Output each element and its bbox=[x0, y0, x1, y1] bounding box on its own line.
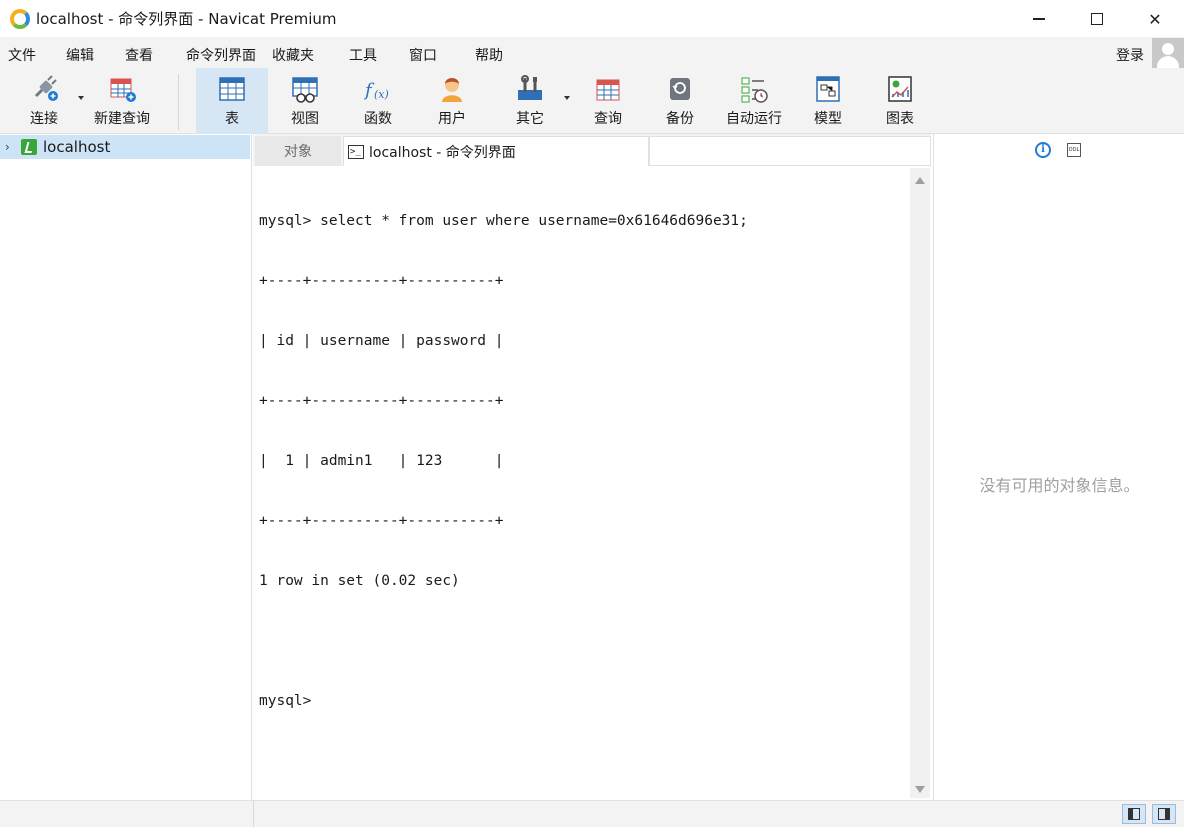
status-divider bbox=[253, 801, 254, 827]
toggle-navigation-pane-button[interactable] bbox=[1122, 804, 1146, 824]
menu-window[interactable]: 窗口 bbox=[409, 45, 437, 65]
connect-button[interactable]: 连接 bbox=[14, 68, 74, 134]
table-label: 表 bbox=[225, 111, 239, 127]
info-icon[interactable]: i bbox=[1035, 142, 1051, 158]
user-icon bbox=[442, 78, 462, 102]
connect-dropdown-icon[interactable] bbox=[78, 96, 84, 100]
backup-label: 备份 bbox=[666, 111, 694, 127]
scroll-up-icon[interactable] bbox=[915, 177, 925, 184]
console-line: +----+----------+----------+ bbox=[259, 513, 504, 529]
vertical-scrollbar[interactable] bbox=[910, 168, 930, 798]
command-console[interactable]: mysql> select * from user where username… bbox=[255, 168, 910, 798]
menu-favorites[interactable]: 收藏夹 bbox=[272, 45, 314, 65]
console-prompt[interactable]: mysql> bbox=[259, 691, 748, 711]
table-button[interactable]: 表 bbox=[196, 68, 268, 134]
menu-edit[interactable]: 编辑 bbox=[66, 45, 94, 65]
title-bar: localhost - 命令列界面 - Navicat Premium ✕ bbox=[0, 0, 1184, 38]
view-icon bbox=[292, 77, 318, 103]
query-button[interactable]: 查询 bbox=[580, 68, 636, 134]
chevron-right-icon[interactable]: › bbox=[5, 140, 13, 154]
ddl-icon[interactable]: DDL bbox=[1067, 143, 1081, 157]
function-button[interactable]: f (x) 函数 bbox=[350, 68, 406, 134]
chart-icon bbox=[888, 76, 912, 102]
view-button[interactable]: 视图 bbox=[276, 68, 334, 134]
tools-icon bbox=[518, 75, 542, 100]
new-query-icon bbox=[110, 78, 136, 102]
maximize-icon bbox=[1091, 13, 1103, 25]
user-label: 用户 bbox=[438, 111, 466, 127]
menu-tools[interactable]: 工具 bbox=[349, 45, 377, 65]
main-toolbar: 连接 新建查询 表 视图 f (x) 函数 用户 其它 查询 备份 自动运行 模… bbox=[0, 68, 1184, 134]
window-controls: ✕ bbox=[1010, 0, 1184, 38]
tab-console[interactable]: >_ localhost - 命令列界面 bbox=[343, 136, 649, 166]
navigation-pane: › localhost bbox=[0, 134, 252, 800]
tab-bar: 对象 >_ localhost - 命令列界面 bbox=[253, 134, 931, 166]
toggle-info-pane-button[interactable] bbox=[1152, 804, 1176, 824]
model-icon bbox=[816, 76, 840, 102]
terminal-icon: >_ bbox=[348, 144, 364, 159]
console-line: +----+----------+----------+ bbox=[259, 273, 504, 289]
model-label: 模型 bbox=[814, 111, 842, 127]
automation-icon bbox=[741, 77, 768, 103]
table-icon bbox=[219, 77, 245, 101]
plug-icon bbox=[34, 75, 58, 101]
connect-label: 连接 bbox=[30, 111, 58, 127]
function-icon: f (x) bbox=[364, 80, 389, 101]
scroll-down-icon[interactable] bbox=[915, 786, 925, 793]
new-query-label: 新建查询 bbox=[94, 111, 150, 127]
tab-objects[interactable]: 对象 bbox=[255, 136, 341, 166]
toolbar-divider bbox=[178, 74, 179, 130]
console-line: +----+----------+----------+ bbox=[259, 393, 504, 409]
menu-console[interactable]: 命令列界面 bbox=[186, 45, 256, 65]
model-button[interactable]: 模型 bbox=[800, 68, 856, 134]
window-title: localhost - 命令列界面 - Navicat Premium bbox=[36, 10, 337, 28]
mysql-connection-icon bbox=[21, 139, 37, 155]
console-line: | id | username | password | bbox=[259, 333, 504, 349]
new-query-button[interactable]: 新建查询 bbox=[88, 68, 156, 134]
svg-text:(x): (x) bbox=[374, 88, 389, 101]
query-label: 查询 bbox=[594, 111, 622, 127]
chart-button[interactable]: 图表 bbox=[872, 68, 928, 134]
minimize-icon bbox=[1033, 18, 1045, 20]
avatar[interactable] bbox=[1152, 38, 1184, 70]
tab-console-label: localhost - 命令列界面 bbox=[369, 144, 516, 161]
backup-icon bbox=[670, 78, 690, 100]
close-icon: ✕ bbox=[1148, 9, 1162, 29]
close-button[interactable]: ✕ bbox=[1126, 0, 1184, 38]
menu-file[interactable]: 文件 bbox=[8, 45, 36, 65]
menu-bar: 文件 编辑 查看 命令列界面 收藏夹 工具 窗口 帮助 登录 bbox=[0, 38, 1184, 68]
status-bar bbox=[0, 800, 1184, 827]
tree-item-localhost[interactable]: › localhost bbox=[0, 135, 250, 159]
others-label: 其它 bbox=[516, 111, 544, 127]
automation-label: 自动运行 bbox=[726, 111, 782, 127]
console-output: mysql> select * from user where username… bbox=[259, 171, 748, 751]
others-dropdown-icon[interactable] bbox=[564, 96, 570, 100]
tree-item-label: localhost bbox=[43, 138, 111, 156]
tab-bar-empty bbox=[649, 136, 931, 166]
info-empty-message: 没有可用的对象信息。 bbox=[979, 476, 1140, 495]
minimize-button[interactable] bbox=[1010, 0, 1068, 38]
backup-button[interactable]: 备份 bbox=[652, 68, 708, 134]
console-line: mysql> select * from user where username… bbox=[259, 213, 748, 229]
view-label: 视图 bbox=[291, 111, 319, 127]
object-info-panel: i DDL 没有可用的对象信息。 bbox=[933, 134, 1184, 800]
navicat-logo-icon bbox=[10, 8, 30, 29]
others-button[interactable]: 其它 bbox=[502, 68, 558, 134]
function-label: 函数 bbox=[364, 111, 392, 127]
console-line: 1 row in set (0.02 sec) bbox=[259, 573, 460, 589]
maximize-button[interactable] bbox=[1068, 0, 1126, 38]
chart-label: 图表 bbox=[886, 111, 914, 127]
login-link[interactable]: 登录 bbox=[1116, 45, 1144, 65]
user-button[interactable]: 用户 bbox=[424, 68, 480, 134]
automation-button[interactable]: 自动运行 bbox=[722, 68, 786, 134]
menu-view[interactable]: 查看 bbox=[125, 45, 153, 65]
menu-help[interactable]: 帮助 bbox=[475, 45, 503, 65]
console-line: | 1 | admin1 | 123 | bbox=[259, 453, 504, 469]
query-icon bbox=[596, 79, 620, 101]
